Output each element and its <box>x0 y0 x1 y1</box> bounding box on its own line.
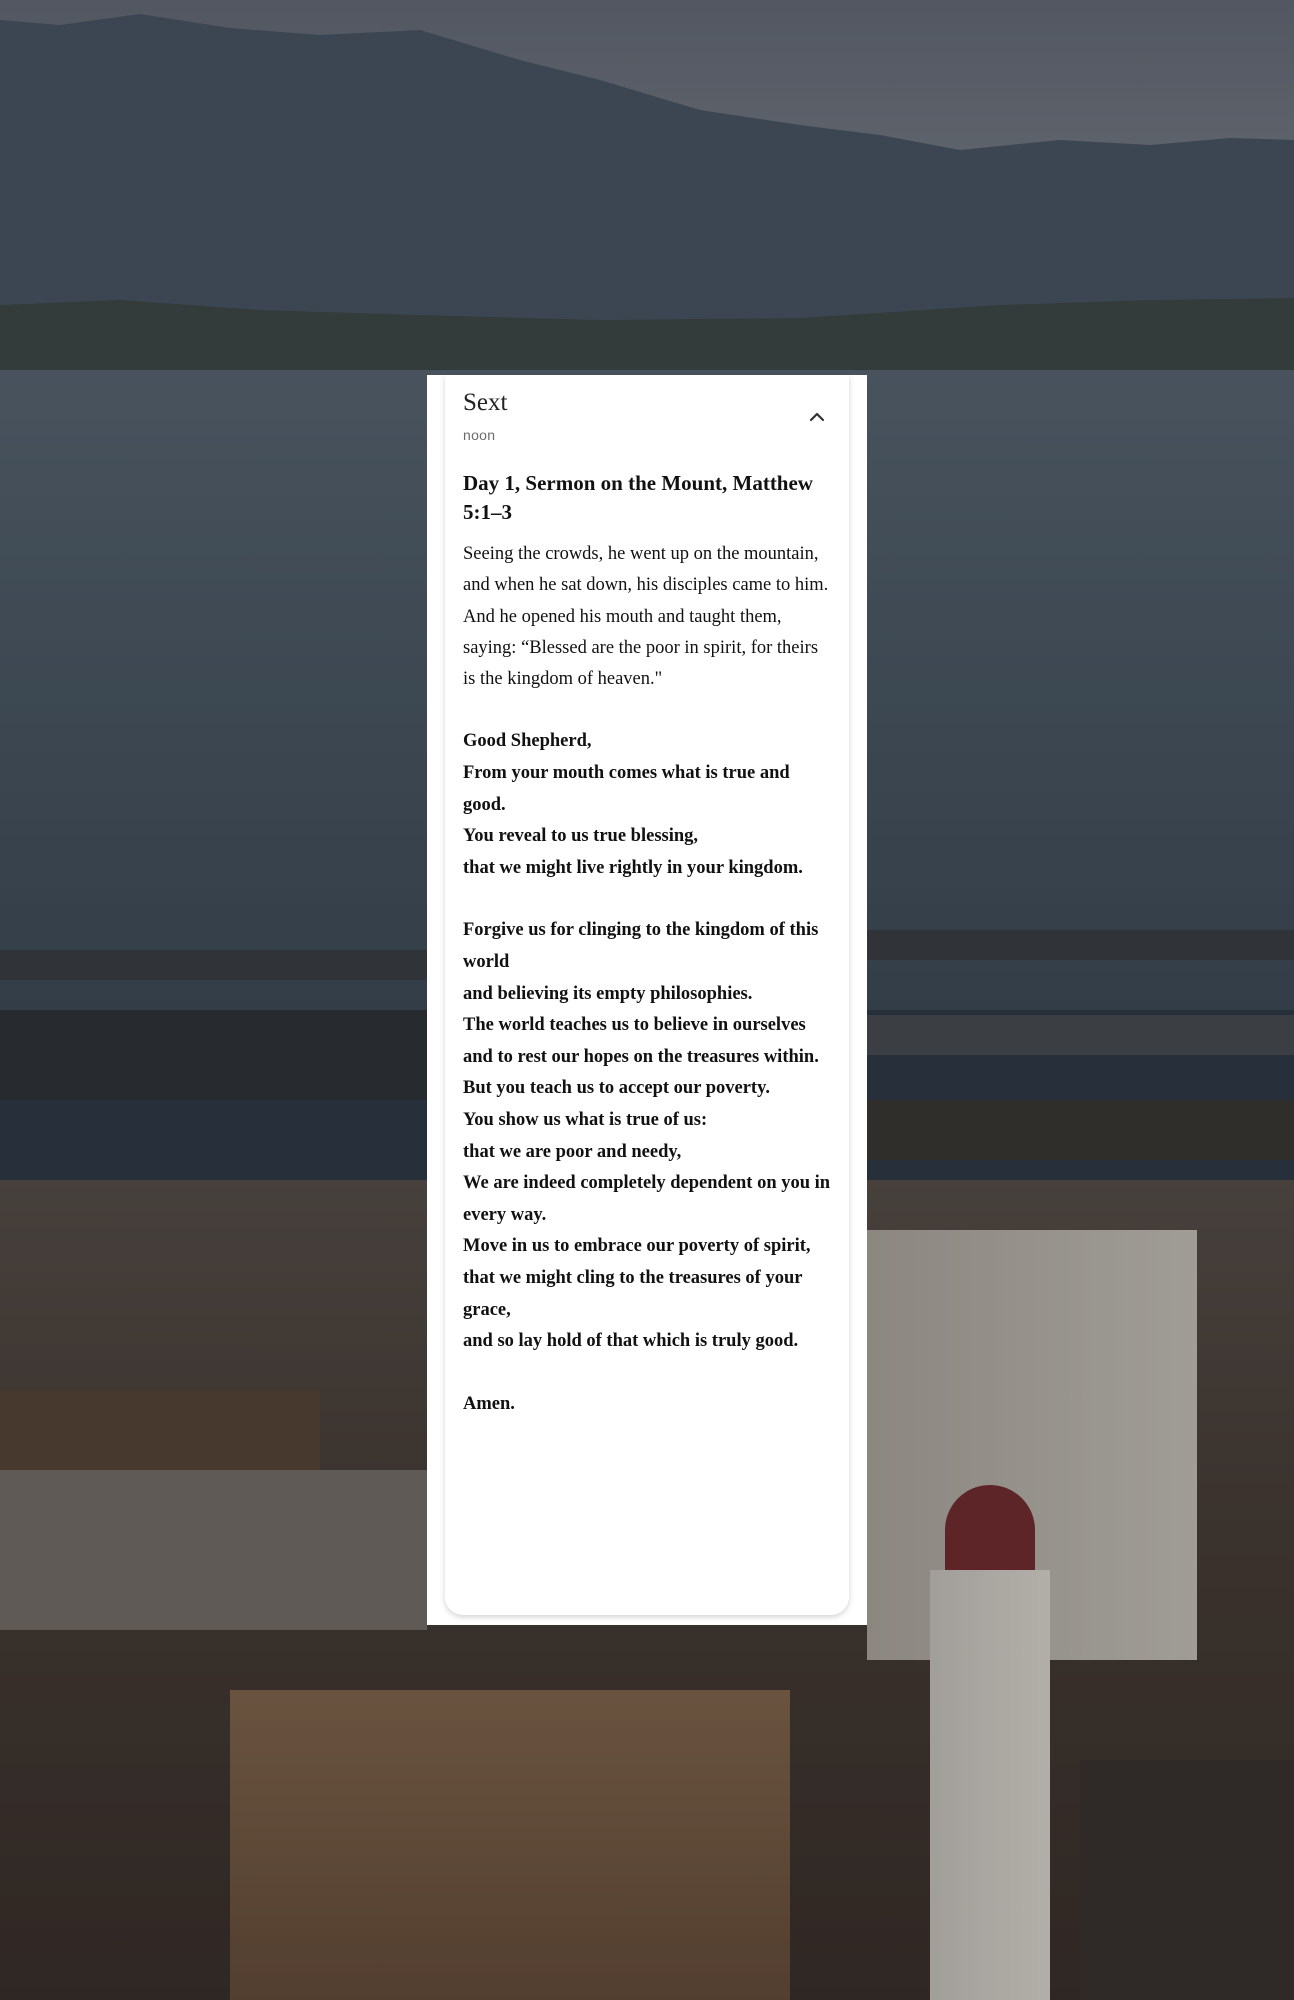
office-time: noon <box>463 427 496 443</box>
chevron-up-icon <box>809 412 825 422</box>
prayer-line: that we might cling to the treasures of … <box>463 1267 803 1320</box>
prayer-line: From your mouth comes what is true and g… <box>463 763 790 815</box>
collapse-button[interactable] <box>803 403 831 431</box>
prayer-line: Forgive us for clinging to the kingdom o… <box>463 920 819 973</box>
prayer: Good Shepherd, From your mouth comes wha… <box>463 726 833 1420</box>
prayer-line: and so lay hold of that which is truly g… <box>463 1331 799 1352</box>
prayer-line: We are indeed completely dependent on yo… <box>463 1173 831 1225</box>
prayer-line: But you teach us to accept our poverty. <box>463 1078 770 1099</box>
prayer-line: You show us what is true of us: <box>463 1110 708 1131</box>
prayer-line: and believing its empty philosophies. <box>463 983 753 1004</box>
card-content: Day 1, Sermon on the Mount, Matthew 5:1–… <box>463 469 833 1420</box>
prayer-closing: Amen. <box>463 1393 515 1414</box>
prayer-line: The world teaches us to believe in ourse… <box>463 1015 806 1036</box>
prayer-line: Move in us to embrace our poverty of spi… <box>463 1236 811 1257</box>
prayer-line: that we might live rightly in your kingd… <box>463 857 803 878</box>
prayer-line: that we are poor and needy, <box>463 1141 682 1162</box>
prayer-card: Sext noon Day 1, Sermon on the Mount, Ma… <box>445 375 849 1615</box>
scripture-passage: Seeing the crowds, he went up on the mou… <box>463 544 829 690</box>
reading-heading: Day 1, Sermon on the Mount, Matthew 5:1–… <box>463 471 813 524</box>
office-title: Sext <box>463 389 508 416</box>
prayer-line: and to rest our hopes on the treasures w… <box>463 1046 819 1067</box>
card-header[interactable]: Sext noon <box>463 389 831 449</box>
prayer-line: You reveal to us true blessing, <box>463 826 699 847</box>
prayer-line: Good Shepherd, <box>463 731 592 752</box>
